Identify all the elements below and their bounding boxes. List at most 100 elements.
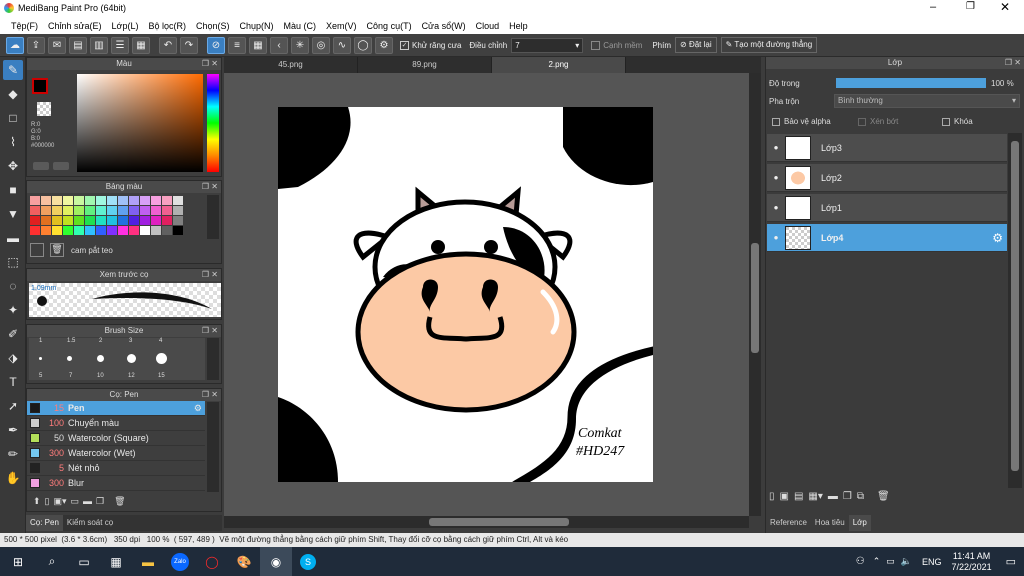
size-dot[interactable] [127,354,136,363]
tab-doc-active[interactable]: 2.png [492,57,626,73]
saturation-picker[interactable] [77,74,203,172]
opacity-slider[interactable] [836,78,986,88]
size-option[interactable]: 7 [69,373,72,379]
palette-swatch[interactable] [74,196,84,205]
palette-swatch[interactable] [140,226,150,235]
add-brush-icon[interactable]: ⬆ [33,496,41,507]
ellipse-snap-icon[interactable]: ◯ [354,36,372,54]
tab-doc[interactable]: 45.png [224,57,358,73]
palette-swatch[interactable] [173,196,183,205]
eyedropper-tool-icon[interactable]: ✒ [3,420,23,440]
palette-swatch[interactable] [85,206,95,215]
antialias-checkbox[interactable]: ✓ [400,40,409,50]
parallel-snap-icon[interactable]: ≡ [228,36,246,54]
menu-capture[interactable]: Chụp(N) [235,21,279,31]
make-line-button[interactable]: ✎ Tạo một đường thẳng [720,37,818,53]
canvas-scrollbar-v[interactable] [749,73,761,516]
gear-icon[interactable]: ⚙ [194,403,202,414]
palette-swatch[interactable] [151,226,161,235]
task-view-icon[interactable]: ▭ [68,547,100,576]
undo-icon[interactable]: ↶ [159,36,177,54]
search-icon[interactable]: ⌕ [36,547,68,576]
new-brush-icon[interactable]: ▯ [45,496,50,507]
fill-rect-tool-icon[interactable]: ■ [3,180,23,200]
size-option[interactable]: 1.5 [67,338,75,344]
menu-tools[interactable]: Công cụ(T) [362,21,417,31]
size-dot[interactable] [97,355,104,362]
tray-chevron-icon[interactable]: ⌃ [873,556,881,567]
size-option[interactable]: 12 [128,373,135,379]
hand-tool-icon[interactable]: ✋ [3,468,23,488]
panel-close-icon[interactable]: ❐ ✕ [202,325,218,337]
palette-swatch[interactable] [63,196,73,205]
menu-edit[interactable]: Chỉnh sửa(E) [43,21,107,31]
people-icon[interactable]: ⚇ [856,556,865,567]
new-8bit-layer-icon[interactable]: ▤ [794,491,803,507]
windows-start-icon[interactable]: ⊞ [0,547,36,576]
palette-swatch[interactable] [129,206,139,215]
eye-icon[interactable]: ● [767,173,785,182]
select-eraser-icon[interactable]: ⬗ [3,348,23,368]
share-icon[interactable]: ⇪ [27,36,45,54]
layer-row[interactable]: ● Lớp1 [767,194,1007,222]
size-option[interactable]: 10 [97,373,104,379]
skype-icon[interactable]: S [292,547,324,576]
brush-item[interactable]: 5 Nét nhỏ [27,461,205,476]
size-dot[interactable] [156,353,167,364]
eraser-tool-icon[interactable]: ◆ [3,84,23,104]
canvas-area[interactable]: Comkat #HD247 [224,73,749,516]
blend-select[interactable]: Bình thường ▾ [834,94,1020,108]
close-icon[interactable]: ✕ [1000,0,1010,14]
tab-layer[interactable]: Lớp [848,515,871,531]
folder-icon[interactable]: ▬ [828,491,838,507]
tab-brush[interactable]: Cọ: Pen [26,515,63,531]
palette-swatch[interactable] [63,216,73,225]
new-halftone-layer-icon[interactable]: ▣ [780,491,789,507]
panel-close-icon[interactable]: ❐ ✕ [202,269,218,281]
palette-swatch[interactable] [52,206,62,215]
menu-help[interactable]: Help [504,21,533,31]
size-scrollbar[interactable] [207,338,219,380]
layer-menu-icon[interactable]: ▦▾ [808,491,822,507]
brush-scrollbar[interactable] [207,402,219,492]
palette-swatch[interactable] [63,206,73,215]
menu-file[interactable]: Tệp(F) [6,21,43,31]
menu-view[interactable]: Xem(V) [321,21,362,31]
size-option[interactable]: 5 [39,373,42,379]
opera-icon[interactable]: ◯ [196,547,228,576]
store-icon[interactable]: ▦ [100,547,132,576]
palette-swatch[interactable] [129,216,139,225]
clock[interactable]: 11:41 AM 7/22/2021 [952,551,992,573]
snap-off-icon[interactable]: ⊘ [207,36,225,54]
swap-color-button[interactable] [53,162,69,170]
page-icon[interactable]: ▤ [69,36,87,54]
palette-swatch[interactable] [52,216,62,225]
trash-icon[interactable]: 🗑 [114,496,125,507]
dot-tool-icon[interactable]: ⌇ [3,132,23,152]
palette-swatch[interactable] [107,226,117,235]
medibang-icon[interactable]: ◉ [260,547,292,576]
palette-swatch[interactable] [140,216,150,225]
new-layer-icon[interactable]: ▯ [769,491,775,507]
palette-swatch[interactable] [162,196,172,205]
size-dot[interactable] [67,356,72,361]
protect-alpha-checkbox[interactable] [772,118,780,126]
new-palette-icon[interactable] [30,243,44,257]
scroll-thumb[interactable] [1011,141,1019,471]
size-option[interactable]: 15 [158,373,165,379]
brush-item[interactable]: 300 Blur [27,476,205,491]
palette-swatch[interactable] [173,226,183,235]
palette-swatch[interactable] [63,226,73,235]
palette-swatch[interactable] [41,196,51,205]
panel-close-icon[interactable]: ❐ ✕ [1005,57,1021,69]
palette-swatch[interactable] [129,196,139,205]
size-option[interactable]: 1 [39,338,42,344]
zalo-icon[interactable]: Zalo [164,547,196,576]
select-pen-icon[interactable]: ✐ [3,324,23,344]
palette-swatch[interactable] [85,226,95,235]
eye-icon[interactable]: ● [767,203,785,212]
palette-swatch[interactable] [30,216,40,225]
maximize-icon[interactable]: ❐ [966,1,975,12]
brush-menu-icon[interactable]: ▣▾ [54,496,67,507]
menu-select[interactable]: Chọn(S) [191,21,235,31]
